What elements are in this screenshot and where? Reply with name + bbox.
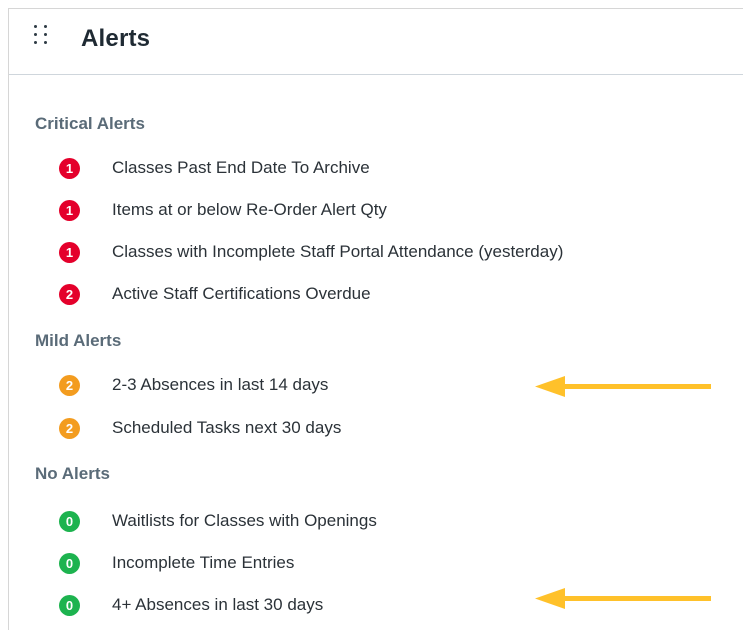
section-title-mild: Mild Alerts: [35, 331, 122, 350]
alert-item-incomplete-time-entries[interactable]: 0 Incomplete Time Entries: [59, 551, 294, 575]
alert-count-badge: 0: [59, 552, 80, 574]
drag-handle-icon[interactable]: [34, 25, 50, 53]
alert-count-badge: 2: [59, 283, 80, 305]
alert-item-scheduled-tasks[interactable]: 2 Scheduled Tasks next 30 days: [59, 416, 341, 440]
annotation-arrow-icon: [535, 376, 711, 397]
alert-count-badge: 0: [59, 510, 80, 532]
alert-label: Scheduled Tasks next 30 days: [112, 418, 342, 437]
alert-item-reorder-qty[interactable]: 1 Items at or below Re-Order Alert Qty: [59, 198, 387, 222]
panel-title: Alerts: [81, 25, 151, 52]
alerts-panel: Alerts Critical Alerts 1 Classes Past En…: [8, 8, 743, 630]
alert-count-badge: 2: [59, 374, 80, 396]
annotation-arrow-icon: [535, 588, 711, 609]
alert-label: Incomplete Time Entries: [112, 553, 295, 572]
alert-count-badge: 0: [59, 594, 80, 616]
alert-label: Waitlists for Classes with Openings: [112, 511, 377, 530]
alert-count-badge: 1: [59, 157, 80, 179]
alert-label: Active Staff Certifications Overdue: [112, 284, 371, 303]
alert-label: 4+ Absences in last 30 days: [112, 595, 324, 614]
alert-label: Classes Past End Date To Archive: [112, 158, 370, 177]
alert-count-badge: 2: [59, 417, 80, 439]
alert-count-badge: 1: [59, 241, 80, 263]
alert-label: Classes with Incomplete Staff Portal Att…: [112, 242, 564, 261]
alert-item-certifications-overdue[interactable]: 2 Active Staff Certifications Overdue: [59, 282, 371, 306]
alert-item-incomplete-attendance[interactable]: 1 Classes with Incomplete Staff Portal A…: [59, 240, 563, 264]
alert-label: Items at or below Re-Order Alert Qty: [112, 200, 387, 219]
section-title-none: No Alerts: [35, 464, 110, 483]
alert-item-absences-14-days[interactable]: 2 2-3 Absences in last 14 days: [59, 373, 328, 397]
alert-item-absences-30-days[interactable]: 0 4+ Absences in last 30 days: [59, 593, 323, 617]
section-title-critical: Critical Alerts: [35, 114, 145, 133]
alert-count-badge: 1: [59, 199, 80, 221]
panel-header: Alerts: [9, 9, 743, 75]
alert-item-waitlists[interactable]: 0 Waitlists for Classes with Openings: [59, 509, 377, 533]
alert-item-classes-past-end-date[interactable]: 1 Classes Past End Date To Archive: [59, 156, 370, 180]
alert-label: 2-3 Absences in last 14 days: [112, 375, 329, 394]
